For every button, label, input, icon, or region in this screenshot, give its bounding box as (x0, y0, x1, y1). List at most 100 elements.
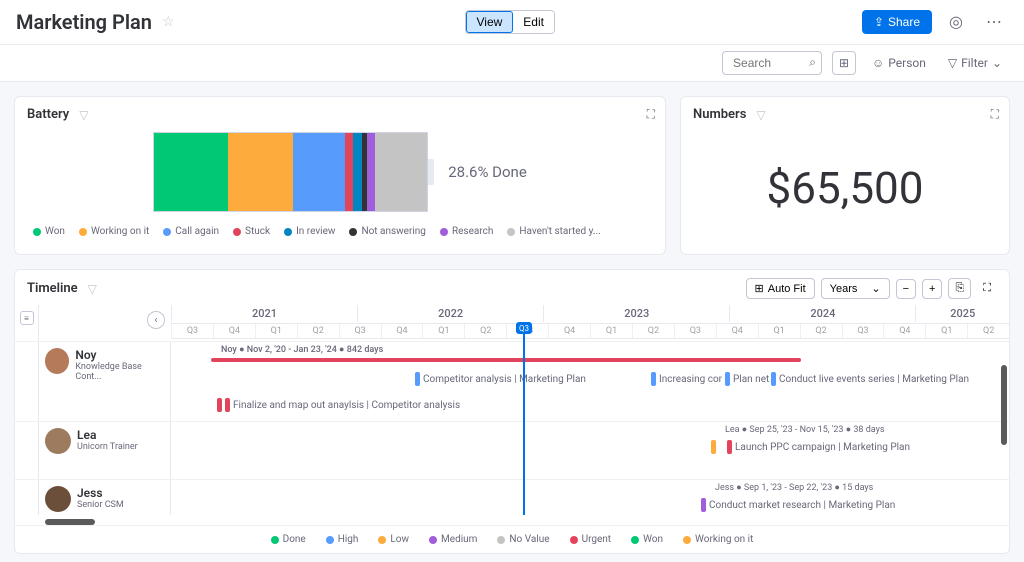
legend-dot (497, 536, 505, 544)
timeline-person[interactable]: NoyKnowledge Base Cont... (15, 342, 171, 421)
timeline-task[interactable]: Launch PPC campaign | Marketing PlanLaun… (711, 440, 910, 454)
view-button[interactable]: View (466, 11, 514, 33)
timeline-row: LeaUnicorn Trainer Lea ● Sep 25, '23 - N… (15, 421, 1009, 479)
edit-button[interactable]: Edit (513, 11, 554, 33)
legend-dot (349, 228, 357, 236)
widget-add-icon[interactable]: ⊞ (832, 51, 856, 75)
seg-review (353, 133, 361, 211)
task-pill (701, 498, 706, 512)
timeline-track[interactable]: Jess ● Sep 1, '23 - Sep 22, '23 ● 15 day… (171, 480, 1009, 515)
autofit-icon: ⊞ (755, 282, 764, 295)
zoom-in-button[interactable]: + (922, 279, 942, 299)
legend-dot (507, 228, 515, 236)
timeline-footer-legend: Done High Low Medium No Value Urgent Won… (15, 525, 1009, 553)
task-pill (725, 372, 730, 386)
numbers-value: $65,500 (693, 132, 997, 244)
battery-filter-icon[interactable]: ▽ (79, 108, 88, 122)
person-name: Jess (77, 486, 124, 500)
battery-card: Battery ▽ ⛶ 28.6% Done Won Working on it… (14, 96, 666, 255)
legend-item: Research (440, 226, 493, 237)
timeline-header-left: Timeline ▽ (27, 281, 97, 296)
avatar (45, 486, 71, 512)
numbers-card: Numbers ▽ ⛶ $65,500 (680, 96, 1010, 255)
seg-stuck (345, 133, 353, 211)
numbers-filter-icon[interactable]: ▽ (756, 108, 765, 122)
timeline-task[interactable]: Finalize and map out anaylsis | Competit… (217, 398, 460, 412)
filter-label: Filter (961, 56, 988, 70)
task-pill (771, 372, 776, 386)
timeline-now-marker: Q3 (523, 323, 525, 515)
legend-item: Low (378, 534, 409, 545)
timeline-header-right: ⊞Auto Fit Years⌄ − + ⎘ ⛶ (746, 278, 997, 299)
legend-item: Won (33, 226, 65, 237)
legend-label: Call again (175, 226, 219, 237)
timeline-rows: NoyKnowledge Base Cont... Noy ● Nov 2, '… (15, 305, 1009, 515)
activity-icon[interactable]: ◎ (942, 8, 970, 36)
favorite-star-icon[interactable]: ☆ (162, 14, 175, 30)
timeline-person[interactable]: LeaUnicorn Trainer (15, 422, 171, 479)
timeline-grid: ≡ ‹ 2021 2022 2023 2024 2025 Q3Q4Q1Q2Q3Q… (15, 305, 1009, 515)
autofit-button[interactable]: ⊞Auto Fit (746, 278, 815, 299)
timeline-task[interactable]: Competitor analysis | Marketing Plan (415, 372, 586, 386)
timeline-bar[interactable] (211, 358, 801, 362)
header-bar: Marketing Plan ☆ View Edit ⇪ Share ◎ ⋯ (0, 0, 1024, 45)
vertical-scrollbar[interactable] (1001, 365, 1007, 475)
numbers-expand-icon[interactable]: ⛶ (991, 107, 999, 122)
scroll-thumb[interactable] (1001, 365, 1007, 445)
legend-dot (683, 536, 691, 544)
legend-dot (79, 228, 87, 236)
legend-label: High (338, 534, 359, 545)
share-button[interactable]: ⇪ Share (862, 10, 932, 34)
zoom-out-button[interactable]: − (896, 279, 916, 299)
scale-select[interactable]: Years⌄ (821, 278, 890, 299)
seg-call (293, 133, 345, 211)
subheader-bar: ⌕ ⊞ ☺Person ▽Filter⌄ (0, 45, 1024, 82)
person-filter[interactable]: ☺Person (866, 52, 932, 74)
bar-summary: Lea ● Sep 25, '23 - Nov 15, '23 ● 38 day… (725, 424, 885, 435)
timeline-person[interactable]: JessSenior CSM (15, 480, 171, 515)
timeline-row: NoyKnowledge Base Cont... Noy ● Nov 2, '… (15, 341, 1009, 421)
seg-research (367, 133, 375, 211)
timeline-task[interactable]: Plan net (725, 372, 769, 386)
export-icon[interactable]: ⎘ (948, 278, 971, 299)
timeline-prev-button[interactable]: ‹ (147, 311, 165, 329)
legend-label: No Value (509, 534, 549, 545)
header-right: ⇪ Share ◎ ⋯ (862, 8, 1008, 36)
person-role: Senior CSM (77, 500, 124, 510)
timeline-expand-icon[interactable]: ⛶ (977, 279, 997, 298)
legend-item: Medium (429, 534, 477, 545)
legend-item: No Value (497, 534, 549, 545)
battery-bar (153, 132, 428, 212)
legend-item: Stuck (233, 226, 270, 237)
task-pill (217, 398, 222, 412)
timeline-task[interactable]: Conduct live events series | Marketing P… (771, 372, 969, 386)
timeline-task[interactable]: Conduct market research | Marketing Plan (701, 498, 895, 512)
battery-legend: Won Working on it Call again Stuck In re… (27, 226, 653, 237)
battery-expand-icon[interactable]: ⛶ (647, 107, 655, 122)
battery-title: Battery (27, 107, 69, 122)
legend-item: High (326, 534, 359, 545)
timeline-filter-icon[interactable]: ▽ (88, 282, 97, 296)
legend-dot (631, 536, 639, 544)
legend-item: Not answering (349, 226, 426, 237)
task-label: Finalize and map out anaylsis | Competit… (233, 400, 460, 411)
timeline-track[interactable]: Noy ● Nov 2, '20 - Jan 23, '24 ● 842 day… (171, 342, 1009, 421)
person-icon: ☺ (872, 56, 884, 70)
battery-tip (428, 159, 434, 186)
legend-label: Working on it (695, 534, 753, 545)
avatar (45, 428, 71, 454)
legend-dot (271, 536, 279, 544)
legend-item: Call again (163, 226, 219, 237)
legend-dot (326, 536, 334, 544)
filter-button[interactable]: ▽Filter⌄ (942, 52, 1008, 74)
more-menu-icon[interactable]: ⋯ (980, 8, 1008, 36)
content-grid: Battery ▽ ⛶ 28.6% Done Won Working on it… (0, 82, 1024, 269)
search-input[interactable] (722, 51, 822, 75)
task-pill (415, 372, 420, 386)
timeline-track[interactable]: Lea ● Sep 25, '23 - Nov 15, '23 ● 38 day… (171, 422, 1009, 479)
legend-label: Research (452, 226, 493, 237)
legend-item: Won (631, 534, 663, 545)
legend-label: In review (296, 226, 335, 237)
timeline-task[interactable]: Increasing cor (651, 372, 722, 386)
legend-item: Urgent (570, 534, 612, 545)
